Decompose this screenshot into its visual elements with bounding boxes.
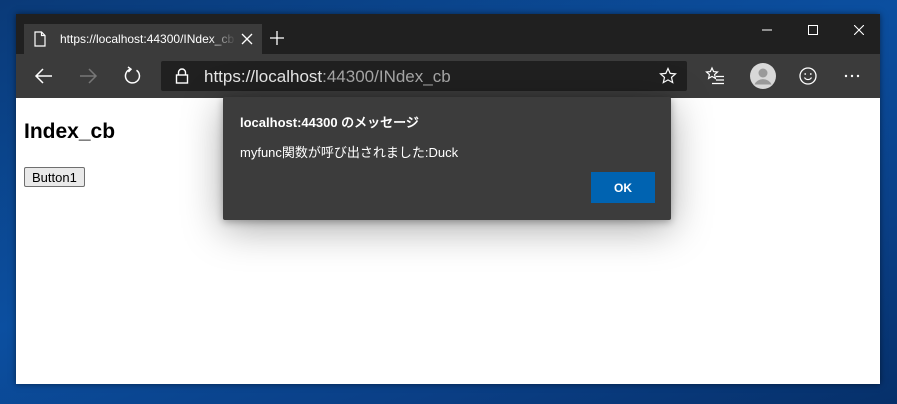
dialog-message: myfunc関数が呼び出されました:Duck — [240, 145, 459, 160]
close-tab-icon[interactable] — [240, 32, 254, 46]
more-icon[interactable] — [842, 66, 862, 86]
url-host: https://localhost — [204, 67, 323, 86]
url-text[interactable]: https://localhost:44300/INdex_cb — [204, 67, 451, 87]
refresh-icon[interactable] — [122, 66, 142, 86]
button1[interactable]: Button1 — [24, 167, 85, 187]
maximize-button[interactable] — [790, 14, 836, 46]
maximize-icon — [808, 25, 818, 35]
forward-arrow-icon[interactable] — [78, 66, 98, 86]
plus-icon[interactable] — [270, 31, 284, 45]
tab-title: https://localhost:44300/INdex_cb — [60, 32, 235, 46]
minimize-button[interactable] — [744, 14, 790, 46]
smiley-icon[interactable] — [798, 66, 818, 86]
url-path: :44300/INdex_cb — [322, 67, 451, 86]
page-title: Index_cb — [24, 120, 116, 143]
lock-icon[interactable] — [175, 68, 189, 84]
avatar-icon[interactable] — [750, 63, 776, 89]
address-bar[interactable]: https://localhost:44300/INdex_cb — [161, 61, 687, 91]
close-window-button[interactable] — [836, 14, 882, 46]
favorites-list-icon[interactable] — [705, 66, 725, 86]
page-icon — [34, 31, 46, 47]
alert-dialog: localhost:44300 のメッセージ myfunc関数が呼び出されました… — [223, 97, 671, 220]
star-icon[interactable] — [659, 67, 677, 85]
dialog-title: localhost:44300 のメッセージ — [240, 115, 419, 130]
title-bar: https://localhost:44300/INdex_cb — [16, 14, 880, 54]
ok-button[interactable]: OK — [591, 172, 655, 203]
browser-toolbar: https://localhost:44300/INdex_cb — [16, 54, 880, 98]
minimize-icon — [762, 29, 772, 31]
close-icon — [854, 25, 864, 35]
back-arrow-icon[interactable] — [34, 66, 54, 86]
browser-tab[interactable]: https://localhost:44300/INdex_cb — [24, 24, 262, 54]
